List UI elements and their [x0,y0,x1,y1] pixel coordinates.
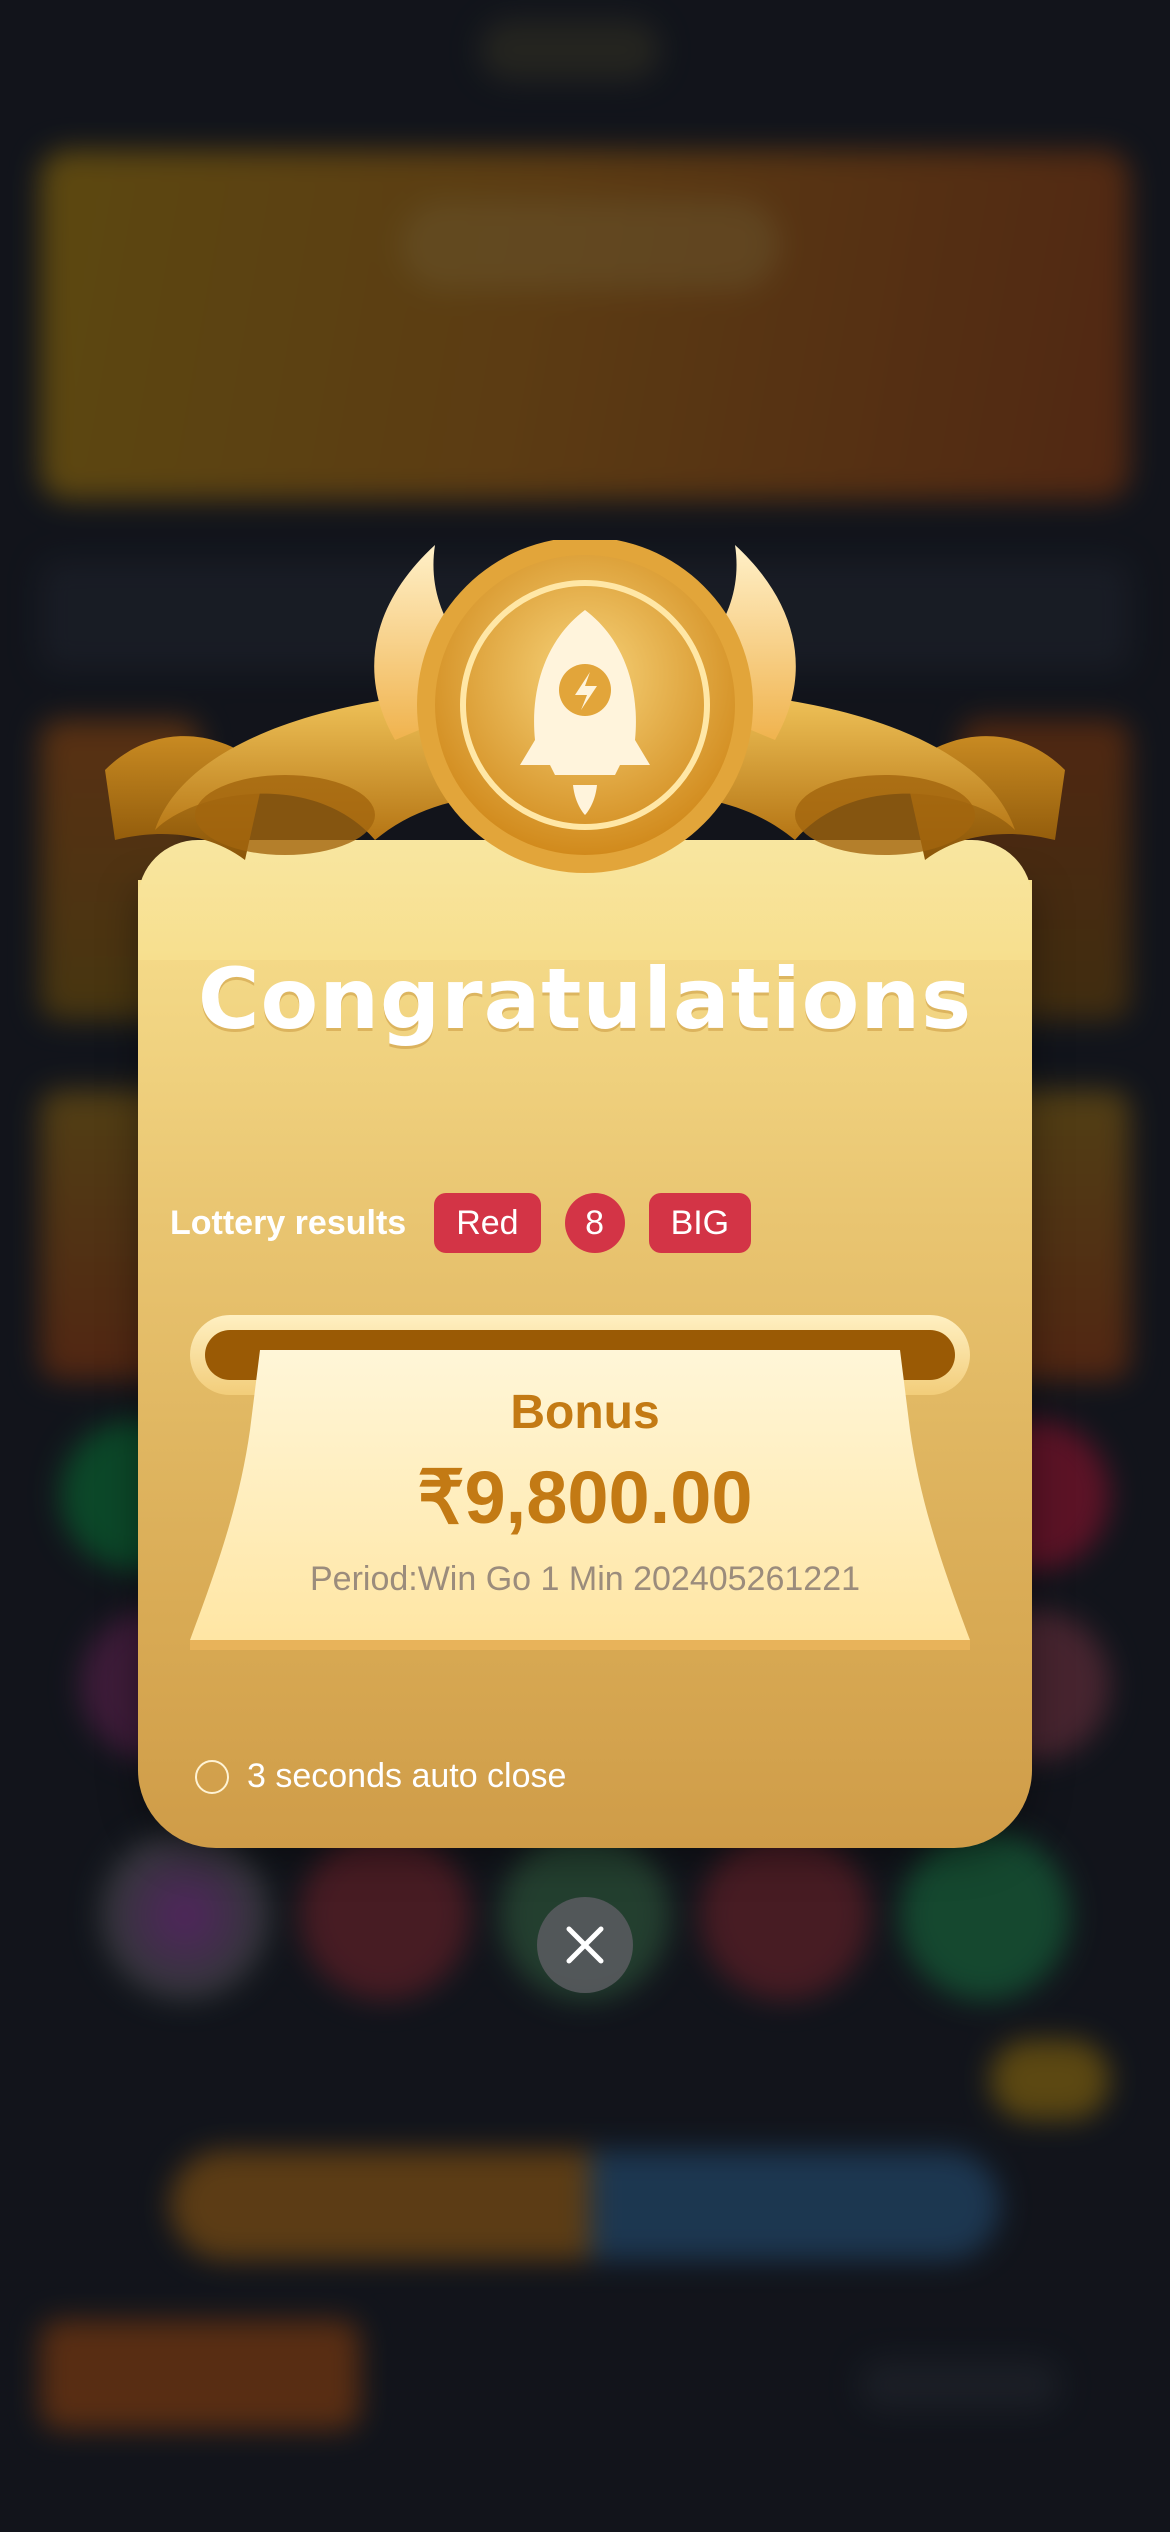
close-icon [566,1926,604,1964]
auto-close-radio[interactable] [195,1759,229,1794]
modal-title: Congratulations [197,950,973,1048]
rocket-medal-icon [105,540,1065,873]
lottery-results-row: Lottery results Red 8 BIG [170,1193,752,1253]
auto-close-label: 3 seconds auto close [247,1757,567,1795]
period-text: Period:Win Go 1 Min 202405261221 [309,1560,861,1598]
lottery-results-label: Lottery results [170,1203,407,1242]
close-button[interactable] [537,1897,633,1993]
auto-close-toggle[interactable]: 3 seconds auto close [195,1757,566,1796]
result-size-badge: BIG [648,1193,752,1253]
bonus-amount: ₹9,800.00 [417,1456,753,1539]
result-number-badge: 8 [564,1193,625,1253]
bonus-label: Bonus [510,1386,660,1439]
result-color-badge: Red [434,1193,541,1253]
